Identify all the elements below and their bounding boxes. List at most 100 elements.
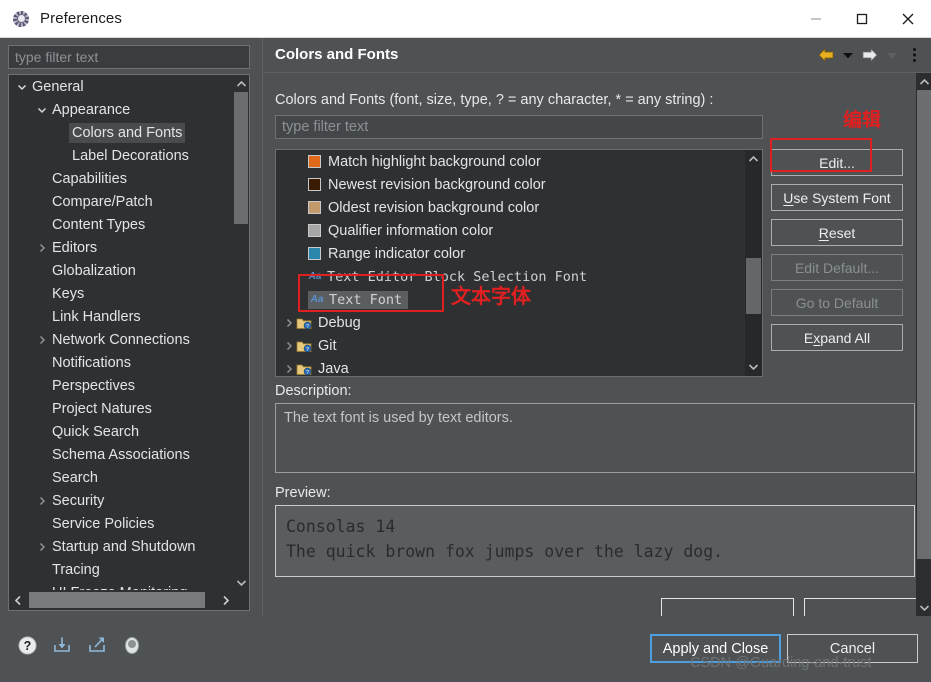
back-arrow-icon[interactable] [816, 45, 836, 65]
list-item-label: Java [318, 360, 349, 377]
panel-scroll-down-icon[interactable] [916, 599, 931, 616]
list-item[interactable]: Match highlight background color [276, 150, 746, 173]
sidebar-item-quick-search[interactable]: Quick Search [9, 420, 235, 443]
list-item-label: Qualifier information color [328, 222, 494, 239]
sidebar-item-perspectives[interactable]: Perspectives [9, 374, 235, 397]
tree-scroll-up-icon[interactable] [233, 75, 249, 92]
sidebar-filter-placeholder: type filter text [15, 49, 99, 65]
tree-vertical-scrollbar[interactable] [233, 75, 249, 591]
list-item[interactable]: Qualifier information color [276, 219, 746, 242]
sidebar-item-label: Tracing [52, 561, 100, 578]
folder-icon: ? [296, 339, 312, 353]
sidebar-item-appearance[interactable]: Appearance [9, 98, 235, 121]
chevron-right-icon[interactable] [282, 318, 296, 328]
list-item[interactable]: Oldest revision background color [276, 196, 746, 219]
forward-arrow-icon[interactable] [860, 45, 880, 65]
minimize-icon[interactable] [793, 0, 839, 38]
sidebar-item-editors[interactable]: Editors [9, 236, 235, 259]
use-system-font-button[interactable]: Use System Font [771, 184, 903, 211]
view-menu-kebab-icon[interactable] [904, 45, 924, 65]
list-scroll-down-icon[interactable] [745, 358, 762, 376]
tree-no-arrow [35, 512, 49, 535]
expand-all-button[interactable]: Expand All [771, 324, 903, 351]
sidebar-item-label: Network Connections [52, 331, 190, 348]
list-item[interactable]: Newest revision background color [276, 173, 746, 196]
go-to-default-button: Go to Default [771, 289, 903, 316]
clipped-button-left[interactable] [661, 598, 794, 616]
list-item[interactable]: ? Java [276, 357, 746, 376]
sidebar-item-globalization[interactable]: Globalization [9, 259, 235, 282]
chevron-right-icon[interactable] [35, 328, 49, 351]
reset-button[interactable]: Reset [771, 219, 903, 246]
sidebar-item-security[interactable]: Security [9, 489, 235, 512]
restore-defaults-icon[interactable] [121, 634, 143, 656]
chevron-right-icon[interactable] [35, 489, 49, 512]
svg-text:?: ? [306, 324, 309, 330]
list-item[interactable]: Range indicator color [276, 242, 746, 265]
sidebar-item-compare-patch[interactable]: Compare/Patch [9, 190, 235, 213]
panel-scroll-up-icon[interactable] [916, 73, 931, 90]
list-item-label: Oldest revision background color [328, 199, 540, 216]
maximize-icon[interactable] [839, 0, 885, 38]
panel-scrollbar-thumb[interactable] [917, 90, 931, 559]
preview-box[interactable]: Consolas 14 The quick brown fox jumps ov… [275, 505, 915, 577]
folder-icon: ? [296, 362, 312, 376]
tree-no-arrow [35, 259, 49, 282]
sidebar-filter-input[interactable]: type filter text [8, 45, 250, 69]
chevron-down-icon[interactable] [35, 98, 49, 121]
list-scroll-up-icon[interactable] [745, 150, 762, 168]
sidebar-item-keys[interactable]: Keys [9, 282, 235, 305]
sidebar-item-colors-and-fonts[interactable]: Colors and Fonts [9, 121, 235, 144]
sidebar-item-label: Label Decorations [72, 147, 189, 164]
colors-fonts-filter-label: Colors and Fonts (font, size, type, ? = … [275, 92, 714, 108]
sidebar-item-label: Link Handlers [52, 308, 141, 325]
chevron-right-icon[interactable] [282, 364, 296, 374]
panel-vertical-scrollbar[interactable] [916, 73, 931, 616]
sidebar-item-label: Editors [52, 239, 98, 256]
chevron-right-icon[interactable] [35, 236, 49, 259]
sidebar: type filter text General Appearance Colors… [0, 38, 258, 616]
clipped-button-right[interactable] [804, 598, 916, 616]
export-preferences-icon[interactable] [86, 634, 108, 656]
help-icon[interactable]: ? [16, 634, 38, 656]
tree-no-arrow [35, 397, 49, 420]
sidebar-item-project-natures[interactable]: Project Natures [9, 397, 235, 420]
back-dropdown-icon[interactable] [838, 45, 858, 65]
colors-fonts-filter-input[interactable]: type filter text [275, 115, 763, 139]
tree-scroll-left-icon[interactable] [9, 591, 27, 609]
description-label: Description: [275, 383, 352, 399]
sidebar-item-capabilities[interactable]: Capabilities [9, 167, 235, 190]
close-icon[interactable] [885, 0, 931, 38]
tree-scrollbar-thumb[interactable] [234, 92, 248, 224]
description-box: The text font is used by text editors. [275, 403, 915, 473]
tree-no-arrow [35, 213, 49, 236]
sidebar-item-label: Content Types [52, 216, 146, 233]
sidebar-item-label: Service Policies [52, 515, 155, 532]
chevron-right-icon[interactable] [35, 535, 49, 558]
sidebar-item-schema-associations[interactable]: Schema Associations [9, 443, 235, 466]
sidebar-item-label-decorations[interactable]: Label Decorations [9, 144, 235, 167]
sidebar-item-tracing[interactable]: Tracing [9, 558, 235, 581]
tree-scroll-down-icon[interactable] [233, 574, 249, 591]
tree-no-arrow [35, 282, 49, 305]
chevron-down-icon[interactable] [15, 75, 29, 98]
sidebar-item-network-connections[interactable]: Network Connections [9, 328, 235, 351]
sidebar-item-link-handlers[interactable]: Link Handlers [9, 305, 235, 328]
sidebar-item-startup-and-shutdown[interactable]: Startup and Shutdown [9, 535, 235, 558]
list-scrollbar-thumb[interactable] [746, 258, 761, 314]
sidebar-item-general[interactable]: General [9, 75, 235, 98]
list-vertical-scrollbar[interactable] [745, 150, 762, 376]
sidebar-item-notifications[interactable]: Notifications [9, 351, 235, 374]
sidebar-item-search[interactable]: Search [9, 466, 235, 489]
tree-horizontal-scrollbar[interactable] [9, 590, 235, 610]
list-item[interactable]: ? Git [276, 334, 746, 357]
tree-hscrollbar-thumb[interactable] [29, 592, 205, 608]
color-swatch [308, 224, 321, 237]
import-preferences-icon[interactable] [51, 634, 73, 656]
preferences-tree: General Appearance Colors and Fonts Label D… [8, 74, 250, 611]
chevron-right-icon[interactable] [282, 341, 296, 351]
list-item[interactable]: ? Debug [276, 311, 746, 334]
edit-button[interactable]: Edit... [771, 149, 903, 176]
sidebar-item-service-policies[interactable]: Service Policies [9, 512, 235, 535]
sidebar-item-content-types[interactable]: Content Types [9, 213, 235, 236]
